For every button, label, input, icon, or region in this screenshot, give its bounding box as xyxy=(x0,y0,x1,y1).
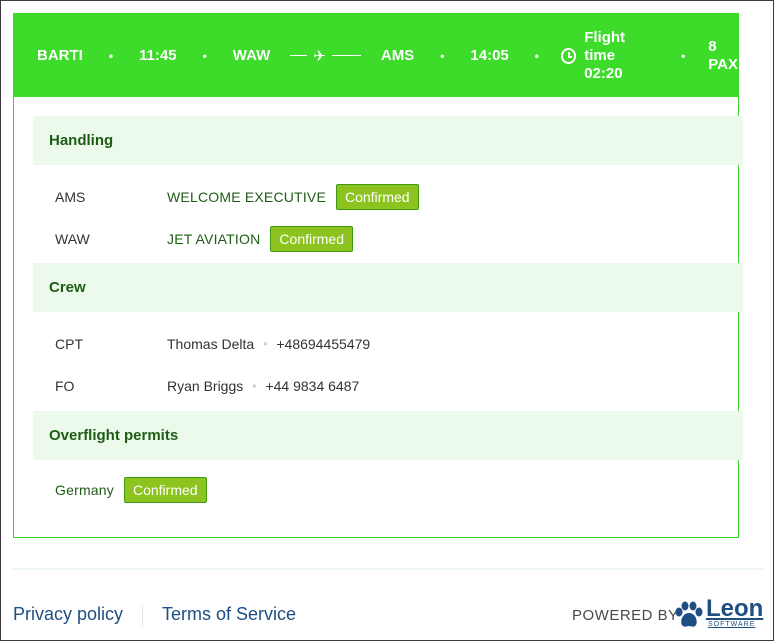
pax-label: PAX xyxy=(708,55,738,73)
crew-row: CPT Thomas Delta • +48694455479 xyxy=(55,336,370,352)
flight-header: BARTI • 11:45 • WAW ✈ AMS • 14:05 • Flig… xyxy=(14,14,738,97)
crew-row: FO Ryan Briggs • +44 9834 6487 xyxy=(55,378,359,394)
brand-name: Leon xyxy=(706,595,764,622)
status-badge: Confirmed xyxy=(270,226,354,252)
origin-airport: WAW xyxy=(232,47,271,64)
pax-count: 8 xyxy=(708,37,717,55)
departure-time: 11:45 xyxy=(139,47,177,64)
plane-icon: ✈ xyxy=(313,47,326,65)
handling-row: WAW JET AVIATION Confirmed xyxy=(55,226,354,252)
footer-link-divider xyxy=(142,605,143,627)
flight-card: BARTI • 11:45 • WAW ✈ AMS • 14:05 • Flig… xyxy=(13,13,743,538)
separator-dot: • xyxy=(681,48,686,63)
permits-section-title: Overflight permits xyxy=(33,411,743,460)
handling-section-title: Handling xyxy=(33,116,743,165)
status-badge: Confirmed xyxy=(123,477,207,503)
handling-airport: AMS xyxy=(55,189,86,205)
crew-role: FO xyxy=(55,378,75,394)
route-line: ✈ xyxy=(290,47,361,65)
separator-dot: • xyxy=(202,48,207,63)
crew-name: Ryan Briggs xyxy=(167,378,244,394)
terms-of-service-link[interactable]: Terms of Service xyxy=(162,604,296,625)
arrival-time: 14:05 xyxy=(470,47,509,64)
paw-icon xyxy=(675,601,703,627)
clock-icon xyxy=(560,47,577,64)
privacy-policy-link[interactable]: Privacy policy xyxy=(13,604,123,625)
crew-phone: +48694455479 xyxy=(276,336,371,352)
handler-name: JET AVIATION xyxy=(167,231,261,247)
flight-time-label: Flight time xyxy=(584,28,626,64)
handling-row: AMS WELCOME EXECUTIVE Confirmed xyxy=(55,184,419,210)
flight-time: Flight time 02:20 xyxy=(584,29,655,83)
destination-airport: AMS xyxy=(380,47,415,64)
crew-section-title: Crew xyxy=(33,263,743,312)
flight-time-value: 02:20 xyxy=(584,64,623,82)
separator-dot: • xyxy=(252,379,257,393)
leon-software-logo[interactable]: Leon SOFTWARE xyxy=(706,595,764,629)
handler-name: WELCOME EXECUTIVE xyxy=(167,189,326,205)
separator-dot: • xyxy=(108,48,114,63)
separator-dot: • xyxy=(534,48,539,63)
status-badge: Confirmed xyxy=(335,184,419,210)
permit-row: Germany Confirmed xyxy=(55,477,207,503)
separator-dot: • xyxy=(440,48,445,63)
crew-role: CPT xyxy=(55,336,83,352)
powered-by-label: POWERED BY xyxy=(572,607,679,624)
crew-name: Thomas Delta xyxy=(167,336,255,352)
separator-dot: • xyxy=(263,337,268,351)
brand-subtitle: SOFTWARE xyxy=(708,621,756,628)
aircraft-registration: BARTI xyxy=(37,47,83,64)
crew-phone: +44 9834 6487 xyxy=(265,378,360,394)
footer-divider xyxy=(13,568,763,570)
handling-airport: WAW xyxy=(55,231,90,247)
pax-info: 8 PAX xyxy=(708,38,738,74)
permit-country: Germany xyxy=(55,482,114,498)
